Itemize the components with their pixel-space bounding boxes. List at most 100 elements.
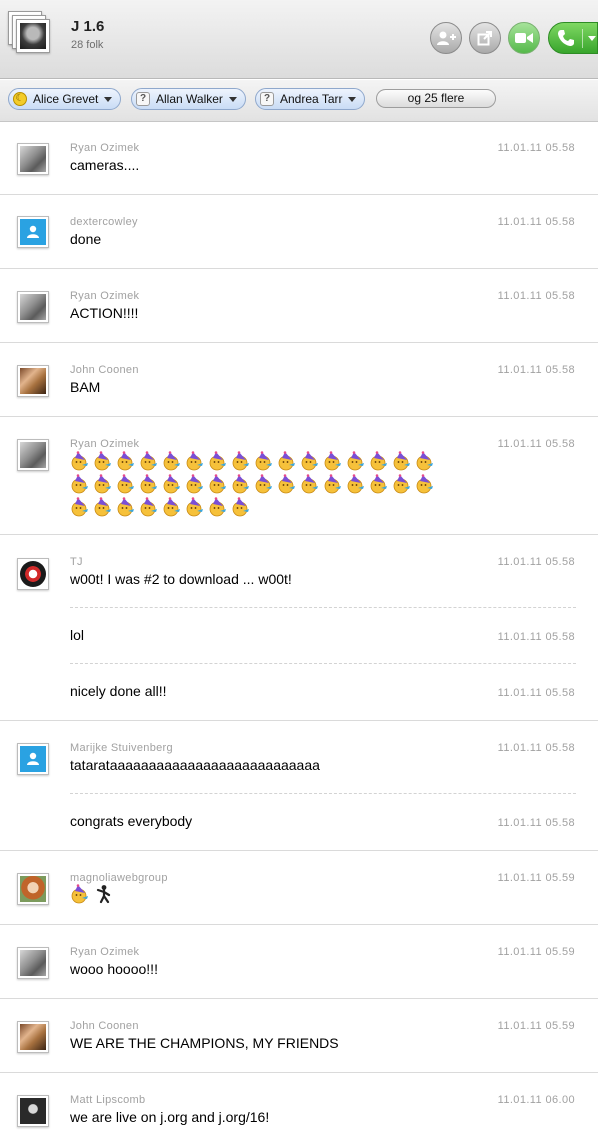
sender-name: magnoliawebgroup bbox=[70, 872, 168, 884]
sender-name: Ryan Ozimek bbox=[70, 290, 140, 302]
party-emoticon-icon bbox=[393, 451, 410, 471]
avatar[interactable] bbox=[17, 291, 49, 323]
participant-chip[interactable]: ? Allan Walker bbox=[131, 88, 246, 110]
message-text: w00t! I was #2 to download ... w00t! bbox=[70, 571, 292, 587]
avatar[interactable] bbox=[17, 558, 49, 590]
sender-name: Ryan Ozimek bbox=[70, 438, 140, 450]
timestamp: 11.01.11 05.58 bbox=[497, 687, 575, 699]
party-emoticon-icon bbox=[117, 451, 134, 471]
participant-name: Andrea Tarr bbox=[280, 92, 343, 106]
message-text: we are live on j.org and j.org/16! bbox=[70, 1109, 270, 1125]
party-emoticon-icon bbox=[301, 451, 318, 471]
divider bbox=[70, 793, 576, 794]
party-emoticon-icon bbox=[393, 474, 410, 494]
video-call-button[interactable] bbox=[508, 22, 540, 54]
party-emoticon-icon bbox=[278, 451, 295, 471]
message-item: dextercowley 11.01.11 05.58 done bbox=[0, 195, 598, 269]
message-text: cameras.... bbox=[70, 157, 140, 173]
chevron-down-icon bbox=[228, 96, 237, 102]
avatar[interactable] bbox=[17, 1095, 49, 1127]
divider bbox=[70, 663, 576, 664]
timestamp: 11.01.11 06.00 bbox=[497, 1094, 575, 1106]
unknown-status-icon: ? bbox=[260, 92, 274, 106]
emoticon-row bbox=[70, 884, 114, 904]
avatar[interactable] bbox=[17, 365, 49, 397]
message-item: Marijke Stuivenberg 11.01.11 05.58 tatar… bbox=[0, 721, 598, 851]
message-item: John Coonen 11.01.11 05.59 WE ARE THE CH… bbox=[0, 999, 598, 1073]
sender-name: Ryan Ozimek bbox=[70, 946, 140, 958]
chat-title: J 1.6 bbox=[71, 18, 105, 35]
participants-bar: ☾ Alice Grevet ? Allan Walker ? Andrea T… bbox=[0, 80, 598, 122]
party-emoticon-icon bbox=[278, 474, 295, 494]
message-item: Ryan Ozimek 11.01.11 05.58 cameras.... bbox=[0, 123, 598, 195]
party-emoticon-icon bbox=[71, 884, 88, 904]
message-text: done bbox=[70, 231, 102, 247]
group-avatar bbox=[8, 11, 52, 55]
message-item: John Coonen 11.01.11 05.58 BAM bbox=[0, 343, 598, 417]
message-text: tatarataaaaaaaaaaaaaaaaaaaaaaaaaaa bbox=[70, 757, 320, 773]
party-emoticon-icon bbox=[117, 474, 134, 494]
party-emoticon-icon bbox=[140, 474, 157, 494]
message-item: Matt Lipscomb 11.01.11 06.00 we are live… bbox=[0, 1073, 598, 1148]
message-text: congrats everybody bbox=[70, 813, 193, 829]
timestamp: 11.01.11 05.58 bbox=[497, 364, 575, 376]
message-text: wooo hoooo!!! bbox=[70, 961, 158, 977]
party-emoticon-icon bbox=[209, 451, 226, 471]
unknown-status-icon: ? bbox=[136, 92, 150, 106]
popout-button[interactable] bbox=[469, 22, 501, 54]
party-emoticon-icon bbox=[416, 451, 433, 471]
timestamp: 11.01.11 05.59 bbox=[497, 1020, 575, 1032]
party-emoticon-icon bbox=[186, 451, 203, 471]
participant-chip[interactable]: ? Andrea Tarr bbox=[255, 88, 366, 110]
dance-emoticon-icon bbox=[96, 885, 111, 904]
popout-icon bbox=[477, 31, 492, 46]
user-icon bbox=[27, 752, 39, 765]
party-emoticon-icon bbox=[347, 474, 364, 494]
participant-chip[interactable]: ☾ Alice Grevet bbox=[8, 88, 122, 110]
message-item: Ryan Ozimek 11.01.11 05.58 bbox=[0, 417, 598, 535]
participant-name: Allan Walker bbox=[156, 92, 223, 106]
avatar[interactable] bbox=[17, 143, 49, 175]
call-button[interactable] bbox=[548, 22, 598, 54]
avatar[interactable] bbox=[17, 439, 49, 471]
party-emoticon-icon bbox=[71, 474, 88, 494]
party-emoticon-icon bbox=[163, 474, 180, 494]
chat-header: J 1.6 28 folk bbox=[0, 0, 598, 79]
sender-name: TJ bbox=[70, 556, 83, 568]
party-emoticon-icon bbox=[301, 474, 318, 494]
message-text: nicely done all!! bbox=[70, 683, 167, 699]
sender-name: Marijke Stuivenberg bbox=[70, 742, 173, 754]
party-emoticon-icon bbox=[255, 451, 272, 471]
party-emoticon-icon bbox=[94, 497, 111, 517]
phone-icon bbox=[558, 30, 574, 46]
avatar[interactable] bbox=[17, 1021, 49, 1053]
party-emoticon-icon bbox=[324, 474, 341, 494]
emoticon-row bbox=[70, 451, 438, 520]
user-icon bbox=[27, 225, 39, 238]
avatar[interactable] bbox=[17, 743, 49, 775]
party-emoticon-icon bbox=[94, 451, 111, 471]
avatar[interactable] bbox=[17, 873, 49, 905]
message-item: magnoliawebgroup 11.01.11 05.59 bbox=[0, 851, 598, 925]
party-emoticon-icon bbox=[209, 497, 226, 517]
more-participants-button[interactable]: og 25 flere bbox=[376, 89, 496, 108]
add-contact-button[interactable] bbox=[430, 22, 462, 54]
sender-name: John Coonen bbox=[70, 364, 139, 376]
divider bbox=[70, 607, 576, 608]
timestamp: 11.01.11 05.58 bbox=[497, 742, 575, 754]
timestamp: 11.01.11 05.58 bbox=[497, 817, 575, 829]
party-emoticon-icon bbox=[209, 474, 226, 494]
sender-name: John Coonen bbox=[70, 1020, 139, 1032]
timestamp: 11.01.11 05.58 bbox=[497, 216, 575, 228]
add-contact-icon bbox=[437, 31, 456, 45]
call-options-chevron-icon[interactable] bbox=[588, 36, 596, 41]
avatar[interactable] bbox=[17, 216, 49, 248]
timestamp: 11.01.11 05.59 bbox=[497, 946, 575, 958]
party-emoticon-icon bbox=[370, 474, 387, 494]
party-emoticon-icon bbox=[324, 451, 341, 471]
party-emoticon-icon bbox=[163, 451, 180, 471]
party-emoticon-icon bbox=[255, 474, 272, 494]
away-status-icon: ☾ bbox=[13, 92, 27, 106]
party-emoticon-icon bbox=[370, 451, 387, 471]
avatar[interactable] bbox=[17, 947, 49, 979]
